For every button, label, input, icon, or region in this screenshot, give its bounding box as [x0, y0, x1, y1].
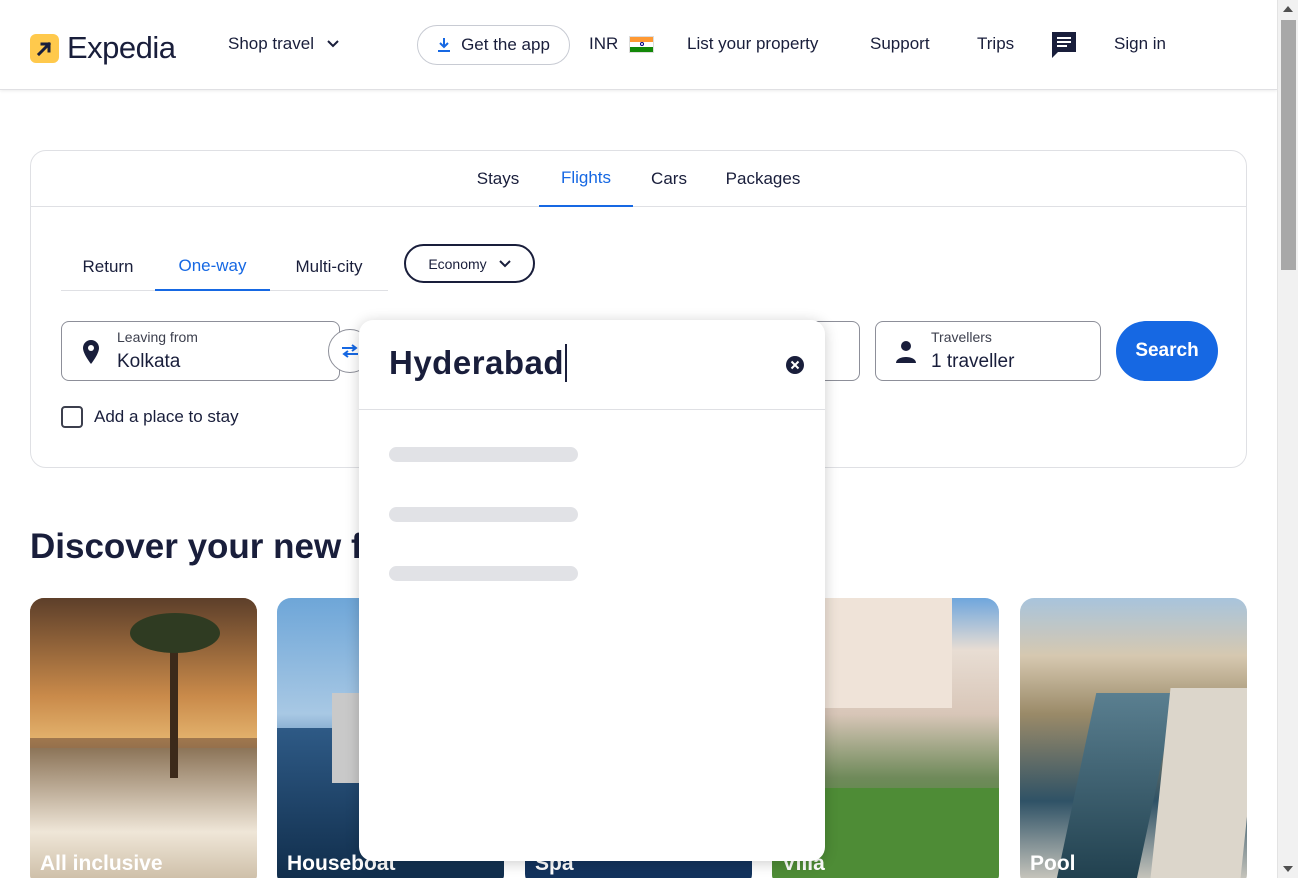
swap-arrows-icon — [342, 344, 358, 358]
travellers-field[interactable]: Travellers 1 traveller — [875, 321, 1101, 381]
loading-skeleton-line — [389, 566, 578, 581]
leaving-from-label: Leaving from — [117, 329, 198, 345]
category-card-all-inclusive[interactable]: All inclusive — [30, 598, 257, 878]
tab-one-way[interactable]: One-way — [155, 243, 270, 291]
destination-autocomplete-dropdown: Hyderabad — [359, 320, 825, 861]
loading-skeleton-line — [389, 507, 578, 522]
leaving-from-field[interactable]: Leaving from Kolkata — [61, 321, 340, 381]
scroll-thumb[interactable] — [1281, 20, 1296, 270]
page-scrollbar[interactable] — [1277, 0, 1298, 878]
destination-input-value: Hyderabad — [389, 344, 565, 381]
tab-return[interactable]: Return — [61, 243, 155, 291]
scroll-up-arrow-icon[interactable] — [1283, 6, 1293, 12]
support-link[interactable]: Support — [870, 34, 930, 54]
person-icon — [896, 341, 916, 363]
shop-travel-menu[interactable]: Shop travel — [228, 34, 340, 54]
download-icon — [438, 38, 451, 52]
shop-travel-label: Shop travel — [228, 34, 314, 53]
flight-type-tabs: Return One-way Multi-city — [61, 243, 388, 291]
add-place-to-stay[interactable]: Add a place to stay — [61, 406, 239, 428]
site-header: Expedia Shop travel Get the app INR List… — [0, 0, 1277, 90]
card-label: All inclusive — [40, 852, 163, 875]
list-property-link[interactable]: List your property — [687, 34, 818, 54]
tab-cars[interactable]: Cars — [637, 151, 701, 207]
location-pin-icon — [83, 340, 99, 364]
get-app-label: Get the app — [461, 35, 550, 54]
add-place-checkbox[interactable] — [61, 406, 83, 428]
loading-skeleton-line — [389, 447, 578, 462]
expedia-logo[interactable]: Expedia — [30, 30, 176, 66]
destination-input-row: Hyderabad — [359, 320, 825, 410]
expedia-logo-mark-icon — [30, 33, 59, 63]
chevron-down-icon — [327, 40, 339, 48]
cabin-class-label: Economy — [428, 255, 487, 272]
currency-selector[interactable]: INR — [589, 34, 655, 54]
leaving-from-value: Kolkata — [117, 351, 181, 372]
product-tabs: Stays Flights Cars Packages — [31, 151, 1246, 207]
sign-in-link[interactable]: Sign in — [1114, 34, 1166, 54]
search-button[interactable]: Search — [1116, 321, 1218, 381]
clear-input-icon[interactable] — [785, 355, 805, 375]
logo-text: Expedia — [67, 30, 176, 65]
cabin-class-dropdown[interactable]: Economy — [404, 244, 535, 283]
chat-icon[interactable] — [1051, 31, 1077, 64]
get-app-button[interactable]: Get the app — [417, 25, 570, 65]
travellers-value: 1 traveller — [931, 351, 1015, 372]
destination-search-input[interactable]: Hyderabad — [389, 344, 568, 382]
text-caret — [565, 344, 568, 382]
discover-heading: Discover your new fa — [30, 527, 383, 566]
trips-link[interactable]: Trips — [977, 34, 1014, 54]
add-place-label: Add a place to stay — [94, 407, 239, 426]
scroll-down-arrow-icon[interactable] — [1283, 866, 1293, 872]
card-image — [822, 598, 952, 708]
currency-label: INR — [589, 34, 619, 53]
tab-flights[interactable]: Flights — [539, 151, 633, 207]
category-card-pool[interactable]: Pool — [1020, 598, 1247, 878]
palm-leaves — [130, 613, 220, 653]
tab-packages[interactable]: Packages — [713, 151, 813, 207]
tab-multi-city[interactable]: Multi-city — [270, 243, 388, 291]
chevron-down-icon — [498, 259, 511, 267]
tab-stays[interactable]: Stays — [461, 151, 535, 207]
travellers-label: Travellers — [931, 329, 992, 345]
card-label: Pool — [1030, 852, 1076, 875]
india-flag-icon — [629, 35, 655, 53]
